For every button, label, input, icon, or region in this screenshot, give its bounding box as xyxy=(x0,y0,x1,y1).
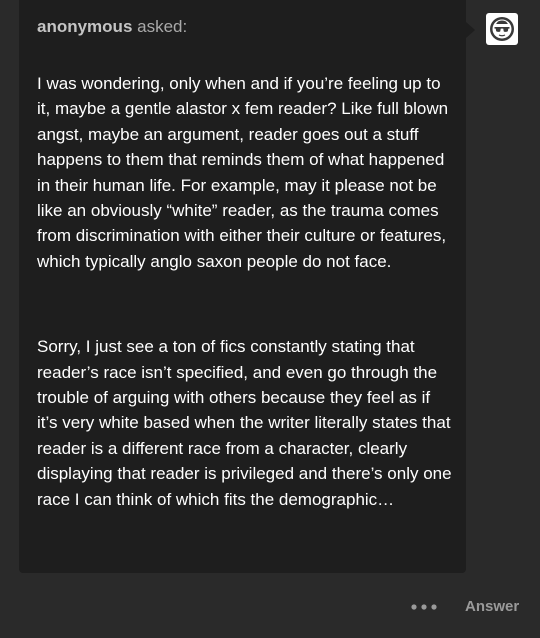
more-options-button[interactable] xyxy=(408,597,440,617)
ask-body: I was wondering, only when and if you’re… xyxy=(37,71,455,512)
asker-name[interactable]: anonymous xyxy=(37,17,132,36)
ask-header: anonymous asked: xyxy=(37,16,187,38)
post-footer: Answer xyxy=(0,590,540,626)
ask-card: anonymous asked: I was wondering, only w… xyxy=(19,0,466,573)
ask-paragraph-2: Sorry, I just see a ton of fics constant… xyxy=(37,337,452,509)
anonymous-avatar[interactable] xyxy=(486,13,518,45)
more-dots-icon xyxy=(411,604,437,610)
speech-pointer xyxy=(466,22,475,38)
anonymous-sunglasses-avatar-icon xyxy=(490,17,514,41)
asked-label: asked: xyxy=(132,17,188,36)
answer-button[interactable]: Answer xyxy=(465,598,519,615)
ask-paragraph-1: I was wondering, only when and if you’re… xyxy=(37,74,449,271)
